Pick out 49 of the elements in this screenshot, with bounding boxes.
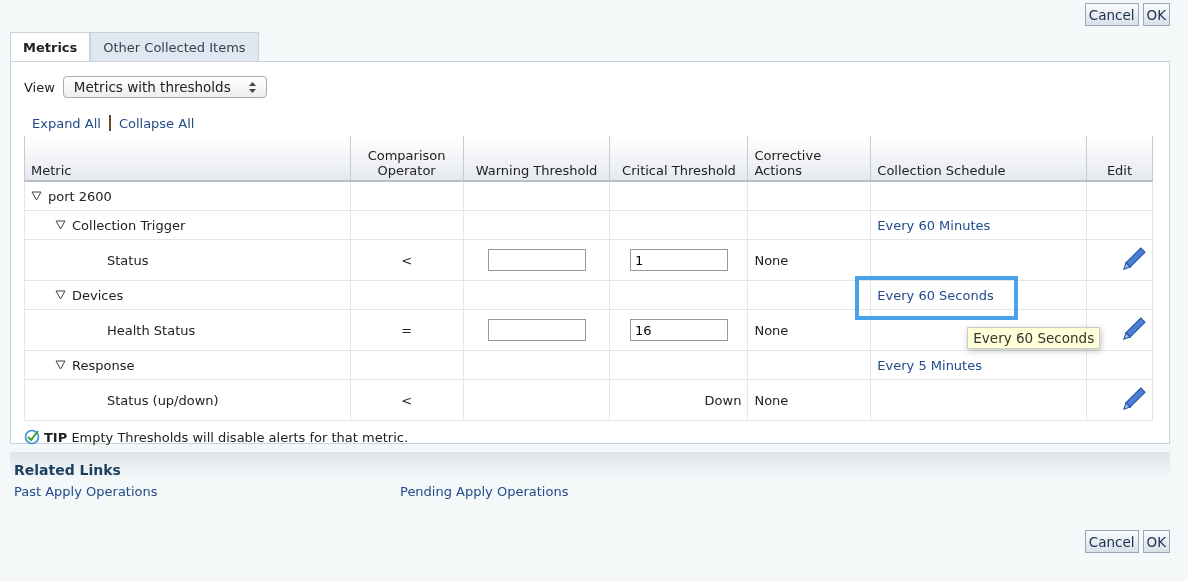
view-label: View [24,79,55,95]
comparison-operator: = [401,322,413,338]
metric-name: Status (up/down) [107,392,219,408]
check-icon [24,429,40,445]
related-link[interactable]: Past Apply Operations [14,484,158,499]
expand-all-link[interactable]: Expand All [32,115,101,131]
column-header: Critical Threshold [610,136,748,181]
corrective-action: None [754,392,789,408]
column-header: Comparison Operator [350,136,464,181]
metric-name: Collection Trigger [72,217,186,233]
threshold-field[interactable]: 16 [629,319,728,341]
metric-name: Health Status [107,322,196,338]
cancel-button[interactable]: Cancel [1084,530,1139,553]
expand-toggle-icon[interactable] [31,191,42,201]
column-header: Metric [24,136,351,181]
corrective-action: None [754,322,789,338]
collapse-all-link[interactable]: Collapse All [118,115,195,131]
metric-name: Status [107,252,149,268]
threshold-field[interactable]: 1 [629,249,728,271]
related-links-heading: Related Links [10,452,1170,478]
metric-name: Devices [72,287,124,303]
expand-toggle-icon[interactable] [55,220,66,230]
threshold-value: Down [704,392,742,408]
cancel-button[interactable]: Cancel [1084,3,1139,26]
column-header: Collection Schedule [870,136,1087,181]
pencil-icon[interactable] [1120,387,1146,413]
tab[interactable]: Other Collected Items [90,32,259,61]
ok-button[interactable]: OK [1142,530,1170,553]
metric-name: port 2600 [48,188,112,204]
tooltip: Every 60 Seconds [967,327,1101,349]
pencil-icon[interactable] [1120,317,1146,343]
stepper-arrows-icon [248,81,256,93]
expand-toggle-icon[interactable] [55,290,66,300]
related-link[interactable]: Pending Apply Operations [400,484,569,499]
column-header: Warning Threshold [463,136,610,181]
comparison-operator: < [401,252,413,268]
ok-button[interactable]: OK [1142,3,1170,26]
tip-text: TIP Empty Thresholds will disable alerts for that metric. [44,429,409,445]
expand-toggle-icon[interactable] [55,360,66,370]
column-header: Corrective Actions [747,136,871,181]
tab[interactable]: Metrics [10,32,91,61]
column-header: Edit [1086,136,1153,181]
threshold-field[interactable] [487,249,586,271]
view-dropdown[interactable]: Metrics with thresholds [62,76,267,98]
metric-name: Response [72,357,135,373]
corrective-action: None [754,252,789,268]
comparison-operator: < [401,392,413,408]
pencil-icon[interactable] [1120,247,1146,273]
threshold-field[interactable] [487,319,586,341]
